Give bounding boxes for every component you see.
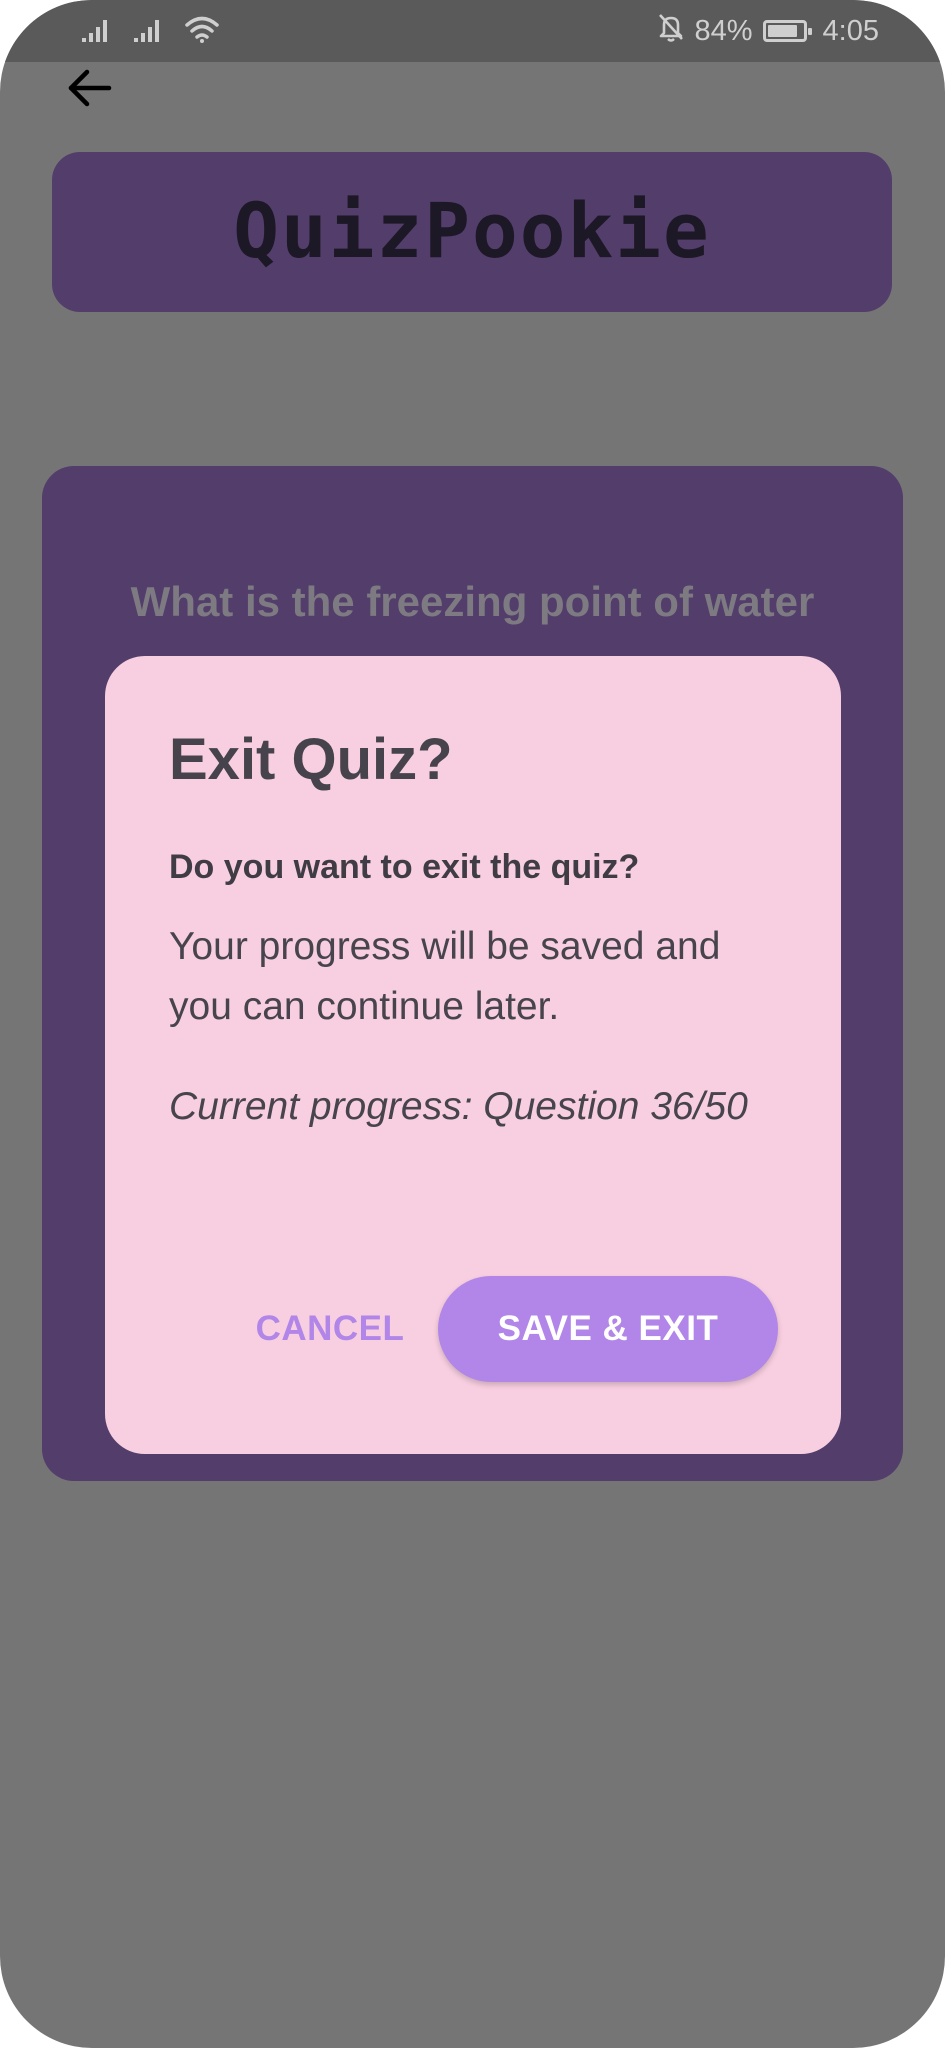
dialog-title: Exit Quiz? — [169, 727, 453, 792]
dialog-actions: CANCEL SAVE & EXIT — [105, 1276, 841, 1382]
battery-icon — [762, 20, 812, 42]
exit-quiz-dialog: Exit Quiz? Do you want to exit the quiz?… — [105, 656, 841, 1454]
battery-level-fill — [767, 25, 797, 37]
bell-off-icon — [657, 12, 685, 50]
dialog-subtitle: Do you want to exit the quiz? — [169, 847, 640, 886]
status-right: 84% 4:05 — [657, 12, 879, 50]
signal-icon — [132, 16, 164, 44]
dialog-body: Your progress will be saved and you can … — [169, 924, 721, 1028]
arrow-left-icon — [68, 69, 112, 107]
battery-percent: 84% — [694, 14, 753, 47]
app-title-banner: QuizPookie — [52, 152, 892, 312]
save-and-exit-button[interactable]: SAVE & EXIT — [438, 1276, 778, 1382]
question-text: What is the freezing point of water — [130, 578, 815, 625]
back-button[interactable] — [62, 60, 118, 116]
dialog-progress: Current progress: Question 36/50 — [169, 1084, 748, 1128]
phone-screen: 84% 4:05 QuizPookie What is the freezing… — [0, 0, 945, 2048]
status-left — [80, 14, 220, 44]
status-bar: 84% 4:05 — [0, 0, 945, 62]
signal-icon — [80, 16, 112, 44]
app-title: QuizPookie — [233, 185, 711, 275]
cancel-button[interactable]: CANCEL — [245, 1296, 415, 1362]
wifi-icon — [184, 14, 220, 44]
clock: 4:05 — [822, 14, 879, 47]
